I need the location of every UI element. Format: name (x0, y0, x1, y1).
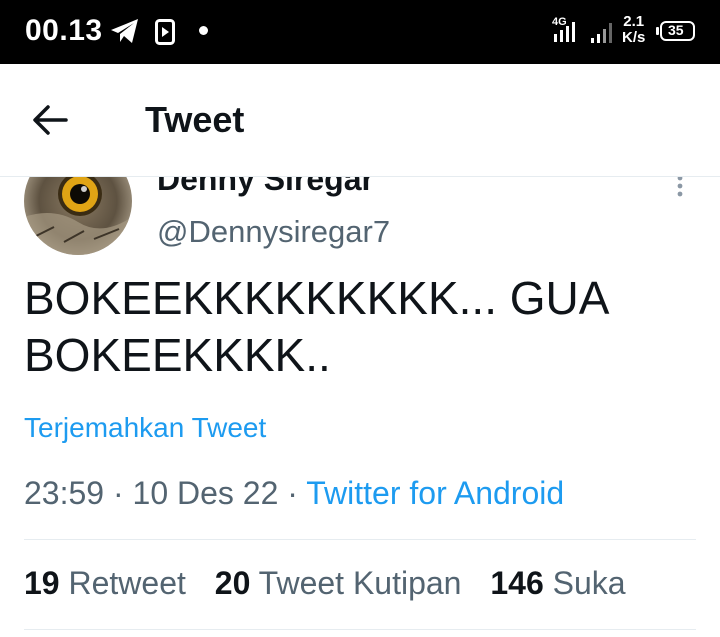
tweet-text-line: BOKEEKKKK.. (24, 329, 331, 381)
status-bar: 00.13 4G 2.1 K/s 35 (0, 0, 720, 64)
tweet-stats: 19 Retweet 20 Tweet Kutipan 146 Suka (24, 565, 646, 602)
avatar[interactable] (24, 177, 132, 255)
more-vertical-icon (677, 177, 683, 197)
tweet-text-line: BOKEEKKKKKKKKK... GUA (24, 272, 610, 324)
status-time: 00.13 (25, 14, 103, 47)
separator: · (287, 475, 298, 511)
tweet-metadata: 23:59 · 10 Des 22 · Twitter for Android (24, 475, 564, 512)
tweet-time: 23:59 (24, 475, 105, 511)
divider (24, 539, 696, 540)
signal-strength-icon (591, 23, 612, 43)
author-handle[interactable]: @Dennysiregar7 (157, 214, 390, 250)
quote-tweet-count: 20 (214, 565, 251, 601)
network-speed: 2.1 K/s (622, 14, 645, 46)
speed-unit: K/s (622, 29, 646, 46)
tweet-date: 10 Des 22 (132, 475, 279, 511)
tweet-text: BOKEEKKKKKKKKK... GUA BOKEEKKKK.. (24, 270, 704, 384)
media-player-icon (155, 19, 175, 45)
tweet-detail: Denny Siregar @Dennysiregar7 BOKEEKKKKKK… (0, 177, 720, 637)
divider (24, 629, 696, 630)
quote-tweet-label: Tweet Kutipan (258, 565, 462, 601)
page-title: Tweet (145, 99, 245, 140)
back-button[interactable] (30, 96, 82, 144)
separator: · (112, 475, 124, 511)
more-options-button[interactable] (668, 177, 692, 199)
battery-level: 35 (668, 22, 684, 38)
cellular-4g-icon: 4G (552, 14, 586, 51)
like-label: Suka (552, 565, 626, 601)
battery-icon: 35 (656, 21, 696, 46)
translate-tweet-link[interactable]: Terjemahkan Tweet (24, 412, 266, 444)
notification-dot-icon (199, 26, 208, 35)
retweet-label: Retweet (68, 565, 186, 601)
speed-value: 2.1 (623, 13, 645, 30)
like-count: 146 (490, 565, 544, 601)
quote-tweets-stat[interactable]: 20 Tweet Kutipan (215, 565, 471, 601)
retweets-stat[interactable]: 19 Retweet (24, 565, 195, 601)
likes-stat[interactable]: 146 Suka (490, 565, 625, 601)
telegram-icon (111, 19, 138, 43)
app-header: Tweet (0, 64, 720, 177)
svg-text:4G: 4G (552, 16, 567, 28)
tweet-source-link[interactable]: Twitter for Android (306, 475, 564, 511)
retweet-count: 19 (24, 565, 60, 601)
arrow-left-icon (33, 105, 68, 135)
author-name[interactable]: Denny Siregar (157, 177, 374, 198)
